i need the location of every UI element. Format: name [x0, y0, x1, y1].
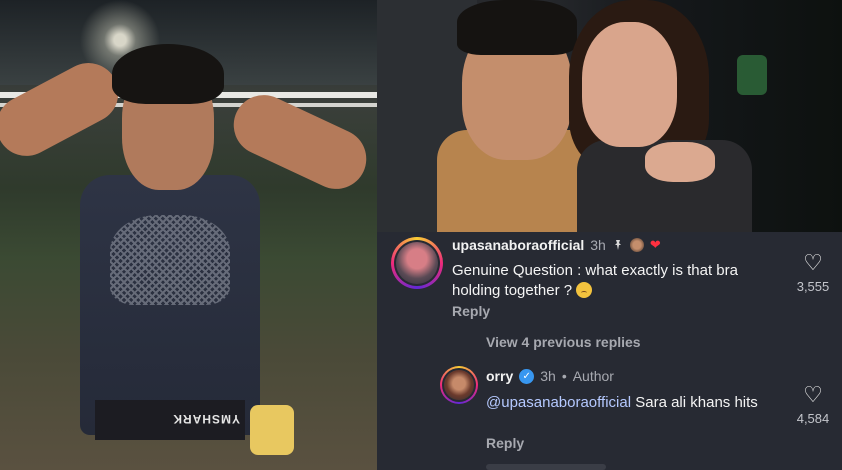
reply-button[interactable]: Reply — [486, 435, 524, 451]
waistband-text: YMSHARK — [172, 412, 240, 426]
heart-outline-icon[interactable]: ♡ — [788, 384, 838, 406]
reply-text: @upasanaboraofficial Sara ali khans hits — [486, 393, 776, 413]
woman-head — [582, 22, 677, 147]
avatar — [444, 370, 474, 400]
reply-body: Sara ali khans hits — [635, 394, 758, 411]
comment-time: 3h — [590, 237, 606, 253]
heart-icon: ❤ — [649, 237, 661, 252]
green-light — [737, 55, 767, 95]
comment-text: Genuine Question : what exactly is that … — [452, 261, 752, 301]
comments-panel: upasanaboraofficial 3h ❤ Genuine Questio… — [377, 232, 842, 470]
reply-button[interactable]: Reply — [452, 303, 490, 319]
like-count: 3,555 — [796, 279, 830, 294]
person-hair — [112, 44, 224, 104]
reply-username[interactable]: orry — [486, 368, 513, 384]
mention-link[interactable]: @upasanaboraofficial — [486, 394, 631, 411]
man-hair — [457, 0, 577, 55]
like-count: 4,584 — [796, 411, 830, 426]
next-comment-peek — [486, 464, 606, 470]
pin-icon — [612, 239, 624, 251]
reply-time: 3h — [540, 368, 556, 384]
mesh-top — [110, 215, 230, 305]
separator-dot: • — [561, 368, 567, 384]
view-previous-replies[interactable]: View 4 previous replies — [486, 334, 641, 350]
comment-avatar[interactable] — [391, 237, 443, 289]
pleading-face-emoji — [576, 282, 593, 298]
comment-body: Genuine Question : what exactly is that … — [452, 262, 738, 299]
left-photo: YMSHARK — [0, 0, 377, 470]
comment-username[interactable]: upasanaboraofficial — [452, 237, 584, 253]
heart-outline-icon[interactable]: ♡ — [788, 252, 838, 274]
reply-header: orry ✓ 3h • Author — [486, 368, 614, 384]
avatar — [396, 242, 438, 284]
reply-avatar[interactable] — [440, 366, 478, 404]
woman-hand — [645, 142, 715, 182]
author-avatar-icon — [629, 238, 644, 252]
comment-header: upasanaboraofficial 3h ❤ — [452, 237, 661, 253]
yellow-bag — [250, 405, 294, 455]
verified-badge-icon: ✓ — [519, 368, 535, 384]
person-torso — [80, 175, 260, 435]
right-photo — [377, 0, 842, 232]
like-column[interactable]: ♡ 3,555 — [788, 252, 838, 295]
like-column[interactable]: ♡ 4,584 — [788, 384, 838, 427]
author-label: Author — [572, 368, 614, 384]
